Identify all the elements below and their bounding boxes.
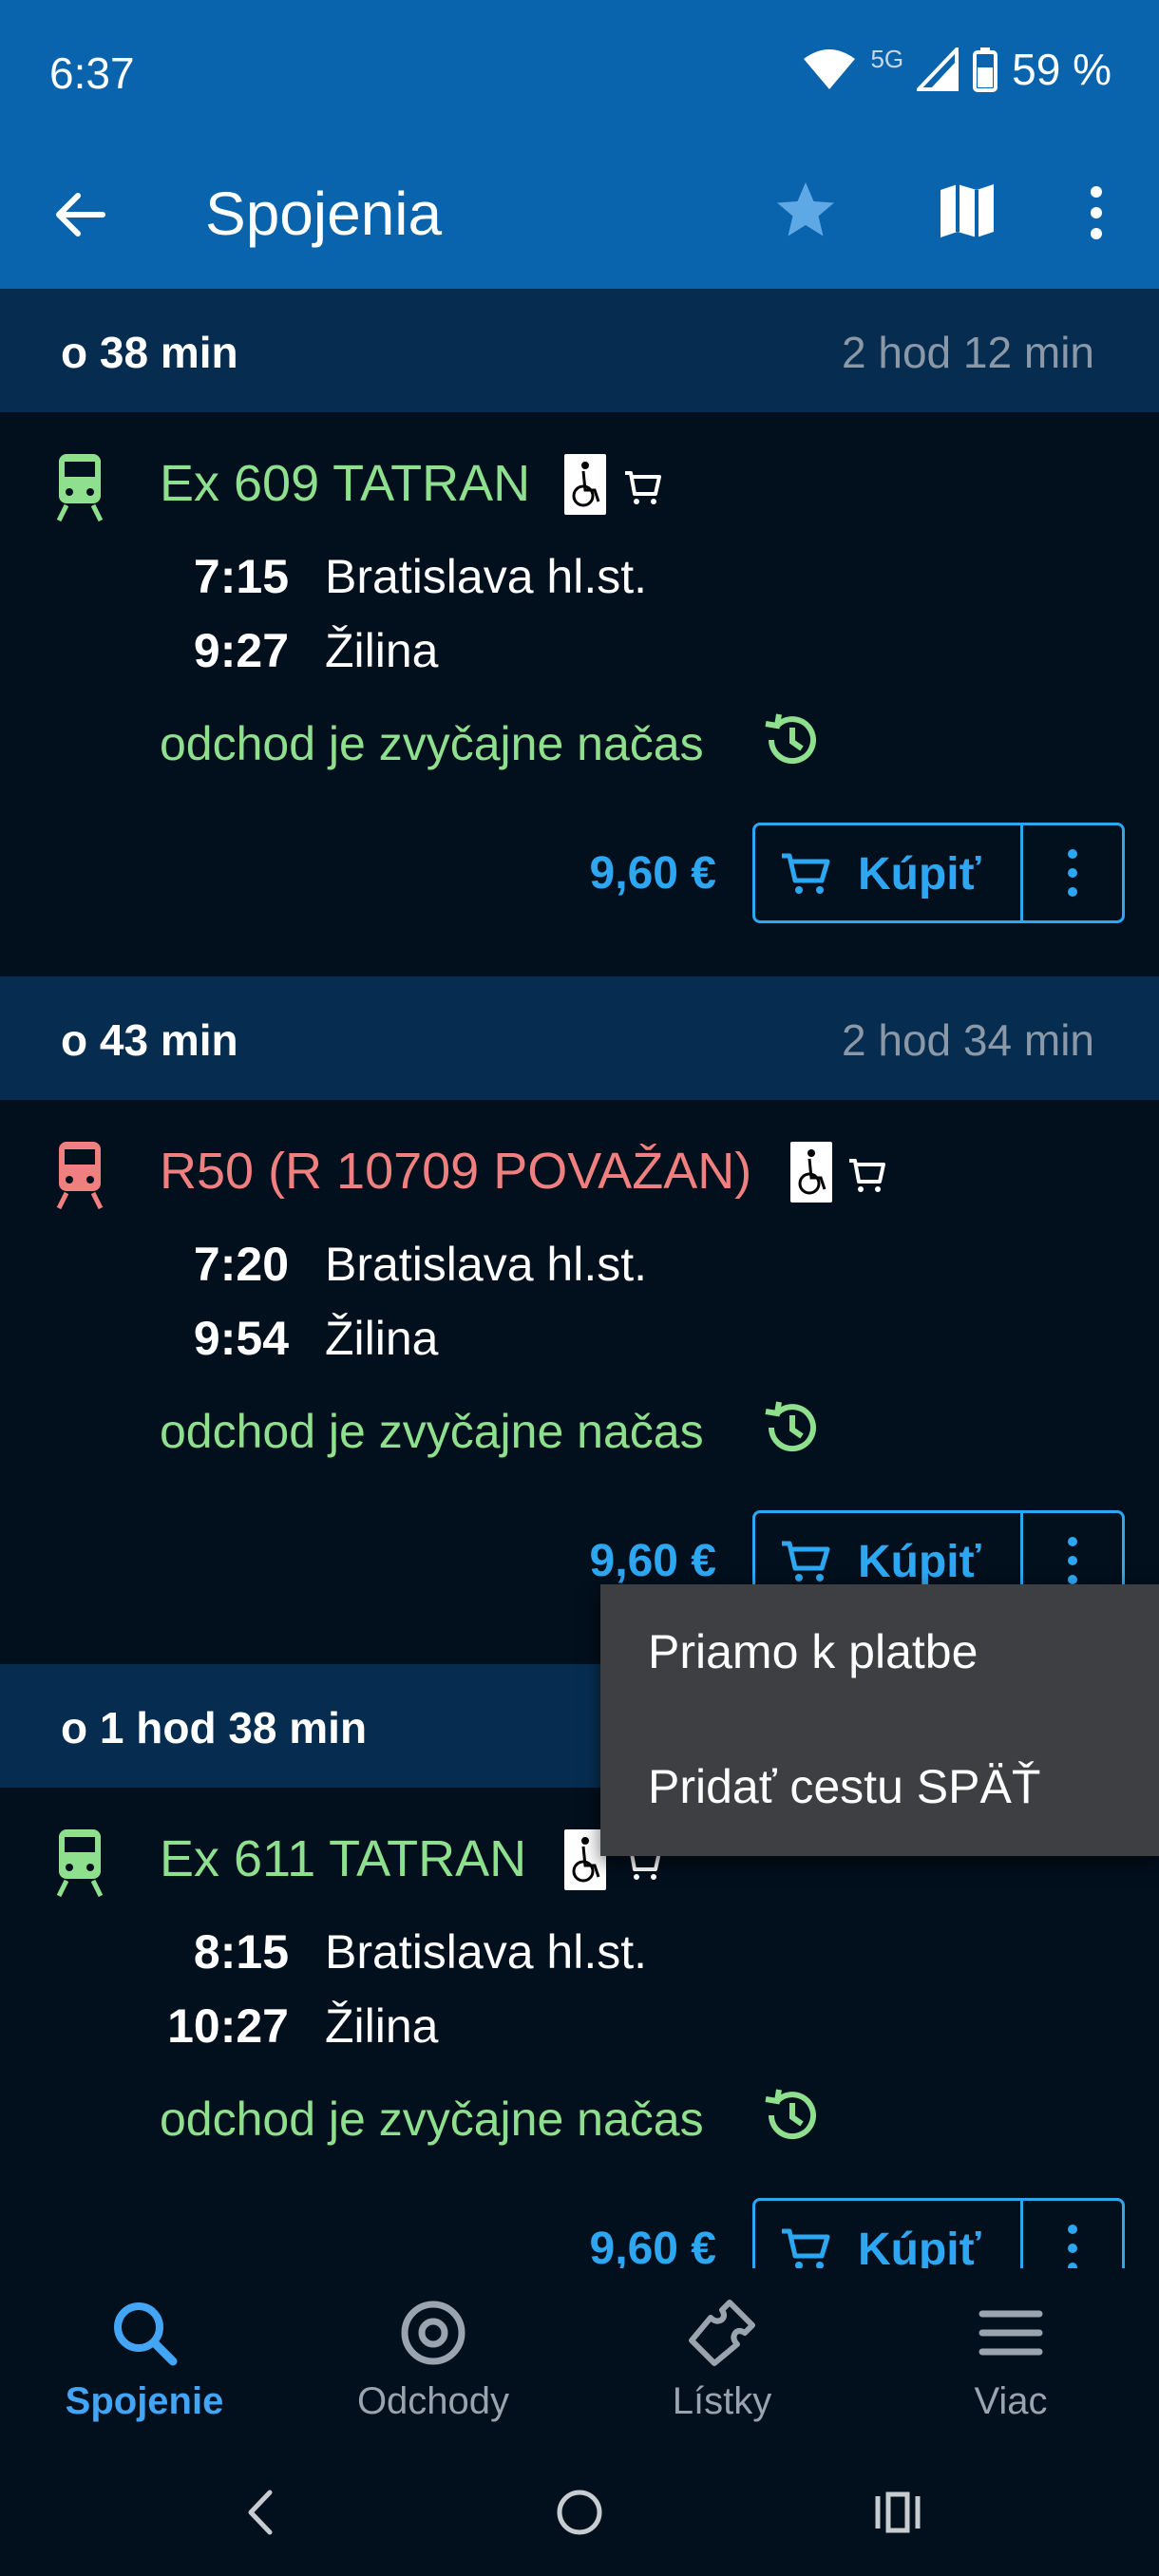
arrival-time: 9:54 <box>193 1312 289 1365</box>
buy-label: Kúpiť <box>858 1537 981 1587</box>
wifi-icon <box>804 49 856 89</box>
connection-card[interactable]: Ex 609 TATRAN 7:15 Bratislava hl.st. 9:2… <box>0 412 1159 976</box>
connections-list[interactable]: o 38 min 2 hod 12 min Ex 609 TATRAN 7:15… <box>0 289 1159 2268</box>
wheelchair-icon <box>564 454 606 515</box>
status-time: 6:37 <box>49 48 135 98</box>
trolley-icon <box>625 471 661 504</box>
train-icon <box>56 454 104 522</box>
more-vert-icon[interactable] <box>1023 2201 1122 2268</box>
nav-item-spojenie[interactable]: Spojenie <box>0 2295 289 2437</box>
train-icon <box>56 1829 104 1898</box>
system-home-icon[interactable] <box>546 2479 613 2546</box>
favorite-star-icon[interactable] <box>771 177 840 245</box>
app-bar: Spojenia <box>0 144 1159 289</box>
buy-button-group: Kúpiť <box>752 2198 1125 2268</box>
price: 9,60 € <box>589 848 716 899</box>
punctuality-note: odchod je zvyčajne načas <box>160 2093 704 2146</box>
buy-label: Kúpiť <box>858 2225 981 2268</box>
history-icon <box>765 2089 816 2140</box>
menu-item-add-return-trip[interactable]: Pridať cestu SPÄŤ <box>648 1759 1040 1814</box>
bottom-navigation: Spojenie Odchody Lístky Viac <box>0 2268 1159 2449</box>
arrival-station: Žilina <box>325 1312 439 1365</box>
departure-in: o 43 min <box>61 1015 238 1065</box>
buy-button[interactable]: Kúpiť <box>755 2201 1023 2268</box>
departure-time: 7:20 <box>193 1238 289 1291</box>
nav-label: Odchody <box>356 2380 510 2422</box>
target-icon <box>401 2301 466 2365</box>
battery-icon <box>973 47 998 92</box>
battery-percent: 59 % <box>1012 45 1112 94</box>
connection-header: o 43 min 2 hod 34 min <box>0 976 1159 1100</box>
price: 9,60 € <box>589 2224 716 2268</box>
price: 9,60 € <box>589 1536 716 1586</box>
system-navigation-bar <box>0 2449 1159 2576</box>
departure-station: Bratislava hl.st. <box>325 1925 648 1979</box>
departure-in: o 1 hod 38 min <box>61 1703 368 1752</box>
nav-label: Viac <box>974 2380 1048 2422</box>
buy-button[interactable]: Kúpiť <box>755 825 1023 920</box>
train-icon <box>56 1142 104 1210</box>
cart-icon <box>782 1541 830 1582</box>
status-bar: 6:37 5G 59 % <box>0 0 1159 144</box>
buy-button-group: Kúpiť <box>752 823 1125 923</box>
trolley-icon <box>849 1159 885 1192</box>
punctuality-note: odchod je zvyčajne načas <box>160 1405 704 1458</box>
map-icon[interactable] <box>933 177 1001 245</box>
cart-icon <box>782 2228 830 2268</box>
connection-card[interactable]: R50 (R 10709 POVAŽAN) 7:20 Bratislava hl… <box>0 1100 1159 1664</box>
nav-item-viac[interactable]: Viac <box>866 2295 1155 2437</box>
menu-icon <box>978 2310 1043 2356</box>
travel-duration: 2 hod 34 min <box>842 1015 1094 1065</box>
search-icon <box>114 2302 178 2366</box>
back-arrow-icon[interactable] <box>49 184 110 245</box>
more-vert-icon[interactable] <box>1066 179 1127 247</box>
arrival-time: 9:27 <box>193 624 289 677</box>
history-icon <box>765 1401 816 1452</box>
departure-station: Bratislava hl.st. <box>325 1238 648 1291</box>
arrival-station: Žilina <box>325 624 439 677</box>
nav-item-listky[interactable]: Lístky <box>578 2295 866 2437</box>
system-back-icon[interactable] <box>228 2479 294 2546</box>
departure-in: o 38 min <box>61 328 238 377</box>
connection-header: o 38 min 2 hod 12 min <box>0 289 1159 412</box>
arrival-time: 10:27 <box>167 1999 289 2053</box>
overflow-popup-menu: Priamo k platbe Pridať cestu SPÄŤ <box>600 1584 1159 1856</box>
signal-icon <box>917 47 960 91</box>
wheelchair-icon <box>790 1142 832 1203</box>
connection-card[interactable]: Ex 611 TATRAN 8:15 Bratislava hl.st. 10:… <box>0 1788 1159 2268</box>
page-title: Spojenia <box>205 180 443 248</box>
nav-item-odchody[interactable]: Odchody <box>289 2295 578 2437</box>
train-name: R50 (R 10709 POVAŽAN) <box>160 1143 752 1200</box>
menu-item-pay-directly[interactable]: Priamo k platbe <box>648 1624 978 1679</box>
cart-icon <box>782 853 830 894</box>
nav-label: Lístky <box>672 2380 772 2422</box>
departure-time: 7:15 <box>193 550 289 603</box>
system-recents-icon[interactable] <box>864 2479 931 2546</box>
ticket-icon <box>689 2300 755 2366</box>
nav-label: Spojenie <box>65 2380 224 2422</box>
more-vert-icon[interactable] <box>1023 825 1122 920</box>
buy-label: Kúpiť <box>858 849 981 900</box>
train-name: Ex 611 TATRAN <box>160 1830 527 1887</box>
history-icon <box>765 713 816 765</box>
arrival-station: Žilina <box>325 1999 439 2053</box>
network-label: 5G <box>870 44 904 73</box>
travel-duration: 2 hod 12 min <box>842 328 1094 377</box>
departure-time: 8:15 <box>193 1925 289 1979</box>
train-name: Ex 609 TATRAN <box>160 455 531 512</box>
departure-station: Bratislava hl.st. <box>325 550 648 603</box>
punctuality-note: odchod je zvyčajne načas <box>160 717 704 770</box>
